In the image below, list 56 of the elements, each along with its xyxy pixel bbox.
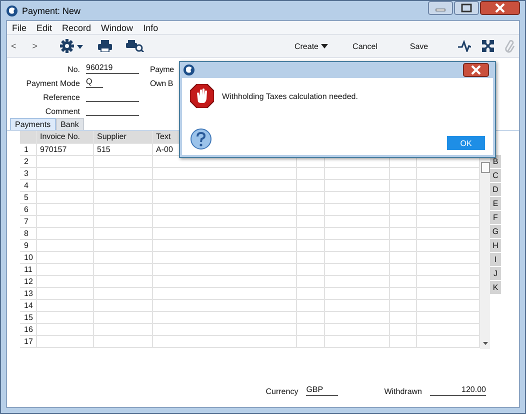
table-cell[interactable]: 970157 <box>37 144 94 155</box>
row-number: 8 <box>20 228 37 239</box>
field-label: No. <box>66 65 81 74</box>
row-tab[interactable]: F <box>490 211 501 224</box>
field-label: Payme <box>150 64 174 74</box>
row-number: 1 <box>20 144 37 155</box>
row-tab[interactable]: J <box>490 267 501 280</box>
row-tab[interactable]: E <box>490 197 501 210</box>
row-number: 14 <box>20 300 37 311</box>
row-number: 17 <box>20 336 37 347</box>
row-number: 6 <box>20 204 37 215</box>
toolbar-button[interactable]: Cancel <box>338 42 392 50</box>
field-label: Own B <box>150 78 174 88</box>
dialog-message: Withholding Taxes calculation needed. <box>222 92 358 100</box>
row-number: 12 <box>20 276 37 287</box>
row-number: 3 <box>20 168 37 179</box>
input-field[interactable]: 120.00 <box>430 384 486 396</box>
column-header: Supplier <box>94 131 153 143</box>
menu-item[interactable]: Window <box>101 22 134 32</box>
field-label: Payment Mode <box>25 79 81 88</box>
row-number: 7 <box>20 216 37 227</box>
column-header: Invoice No. <box>37 131 94 143</box>
field-label: Comment <box>44 107 81 116</box>
row-tab[interactable]: K <box>490 281 501 294</box>
row-number: 10 <box>20 252 37 263</box>
menu-item[interactable]: Edit <box>36 22 52 32</box>
table-cell[interactable]: 515 <box>94 144 153 155</box>
toolbar-button[interactable]: Save <box>392 42 446 50</box>
row-number: 15 <box>20 312 37 323</box>
back-button[interactable]: < <box>9 41 18 51</box>
row-tab[interactable]: D <box>490 183 501 196</box>
input-field[interactable]: Q <box>86 76 103 88</box>
row-tab[interactable]: G <box>490 225 501 238</box>
menu-item[interactable]: File <box>12 22 27 32</box>
menu-item[interactable]: Info <box>143 22 158 32</box>
row-number: 13 <box>20 288 37 299</box>
tab[interactable]: Bank <box>56 118 84 130</box>
row-number: 5 <box>20 192 37 203</box>
tab[interactable]: Payments <box>10 118 56 130</box>
field-label: Withdrawn <box>384 387 422 396</box>
row-number: 9 <box>20 240 37 251</box>
menu-item[interactable]: Record <box>62 22 92 32</box>
input-field[interactable]: 960219 <box>86 62 139 74</box>
input-field[interactable]: GBP <box>306 384 338 396</box>
forward-button[interactable]: > <box>30 41 40 51</box>
row-number: 11 <box>20 264 37 275</box>
row-tab[interactable]: I <box>490 253 501 266</box>
window-title: Payment: New <box>22 6 81 16</box>
field-label: Reference <box>42 93 81 102</box>
row-number: 16 <box>20 324 37 335</box>
field-label: Currency <box>266 387 298 396</box>
row-number: 2 <box>20 156 37 167</box>
row-tab[interactable]: H <box>490 239 501 252</box>
row-tab[interactable]: C <box>490 169 501 182</box>
row-number: 4 <box>20 180 37 191</box>
dropdown-button[interactable]: Create <box>284 42 338 50</box>
